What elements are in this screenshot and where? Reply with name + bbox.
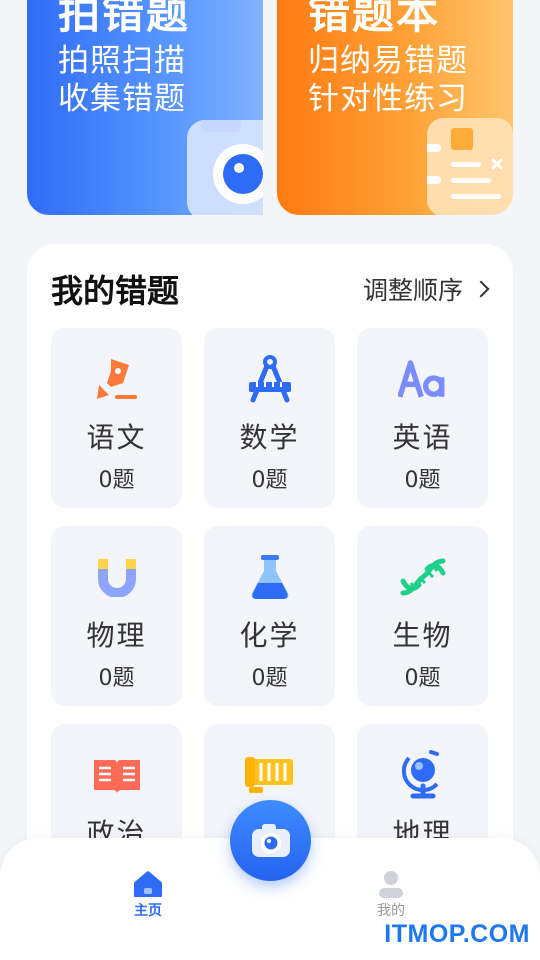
user-icon (379, 871, 403, 898)
letters-aa-icon (397, 354, 448, 404)
subject-tile-math[interactable]: 数学 0题 (204, 328, 335, 508)
camera-illustration-icon (187, 120, 263, 215)
scroll-icon (244, 750, 295, 800)
mistake-book-banner[interactable]: 错题本 归纳易错题 针对性练习 (277, 0, 513, 215)
subject-count: 0题 (98, 468, 135, 493)
subject-tile-physics[interactable]: 物理 0题 (51, 526, 182, 706)
dna-icon (398, 552, 448, 602)
banner-title: 错题本 (308, 0, 441, 38)
subject-count: 0题 (404, 666, 441, 691)
chevron-right-icon (472, 280, 490, 298)
subject-tile-english[interactable]: 英语 0题 (357, 328, 488, 508)
magnet-icon (92, 552, 142, 602)
subject-name: 语文 (86, 421, 147, 454)
subject-name: 化学 (239, 619, 300, 652)
home-icon (134, 871, 162, 897)
nav-label: 我的 (377, 903, 405, 919)
subject-tile-chemistry[interactable]: 化学 0题 (204, 526, 335, 706)
subject-name: 数学 (239, 421, 300, 454)
subject-count: 0题 (251, 666, 288, 691)
nav-tab-home[interactable]: 主页 (108, 870, 188, 920)
scan-mistakes-banner[interactable]: 拍错题 拍照扫描 收集错题 (27, 0, 263, 215)
adjust-order-button[interactable]: 调整顺序 (362, 271, 490, 307)
subject-tile-chinese[interactable]: 语文 0题 (51, 328, 182, 508)
pen-icon (92, 354, 142, 404)
flask-icon (245, 552, 295, 602)
banner-subtitle: 归纳易错题 针对性练习 (308, 43, 468, 117)
subject-name: 生物 (392, 619, 453, 652)
adjust-order-label: 调整顺序 (362, 276, 463, 305)
book-icon (92, 750, 142, 800)
banner-subtitle: 拍照扫描 收集错题 (58, 43, 186, 117)
camera-capture-button[interactable] (230, 800, 311, 881)
globe-icon (398, 750, 448, 800)
subject-count: 0题 (404, 468, 441, 493)
compass-icon (245, 354, 295, 404)
subject-count: 0题 (98, 666, 135, 691)
banner-title: 拍错题 (58, 0, 191, 38)
subject-tile-biology[interactable]: 生物 0题 (357, 526, 488, 706)
camera-icon (251, 823, 290, 857)
list-illustration-icon (427, 118, 513, 215)
nav-tab-mine[interactable]: 我的 (351, 870, 431, 920)
watermark: ITMOP.COM (384, 920, 530, 948)
nav-label: 主页 (134, 903, 162, 919)
subject-name: 物理 (86, 619, 147, 652)
subject-name: 英语 (392, 421, 453, 454)
section-title: 我的错题 (51, 272, 180, 310)
subject-count: 0题 (251, 468, 288, 493)
